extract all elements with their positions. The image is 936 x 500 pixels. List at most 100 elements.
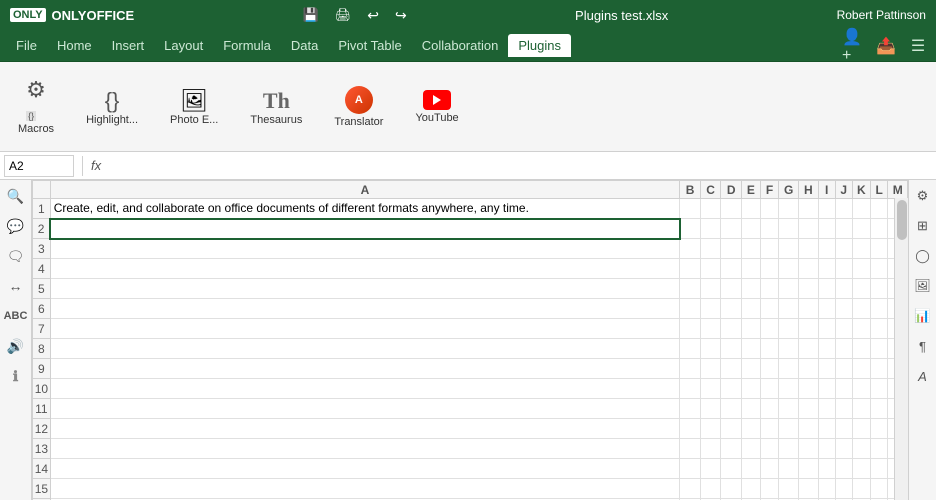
cell-D4[interactable] — [721, 259, 742, 279]
cell-E11[interactable] — [741, 399, 760, 419]
col-header-k[interactable]: K — [852, 181, 870, 199]
cell-F3[interactable] — [760, 239, 778, 259]
cell-B14[interactable] — [680, 459, 701, 479]
cell-I14[interactable] — [818, 459, 835, 479]
cell-L9[interactable] — [871, 359, 888, 379]
cell-D3[interactable] — [721, 239, 742, 259]
cell-F1[interactable] — [760, 199, 778, 219]
cell-E14[interactable] — [741, 459, 760, 479]
cell-J15[interactable] — [835, 479, 852, 499]
cell-E13[interactable] — [741, 439, 760, 459]
cell-K8[interactable] — [852, 339, 870, 359]
cell-C10[interactable] — [700, 379, 721, 399]
cell-F10[interactable] — [760, 379, 778, 399]
cell-E6[interactable] — [741, 299, 760, 319]
cell-A5[interactable] — [50, 279, 680, 299]
comment-sidebar-icon[interactable]: 💬 — [4, 214, 28, 238]
cell-H15[interactable] — [799, 479, 818, 499]
spell-sidebar-icon[interactable]: ABC — [4, 304, 28, 328]
cell-D5[interactable] — [721, 279, 742, 299]
cell-I2[interactable] — [818, 219, 835, 239]
cell-L11[interactable] — [871, 399, 888, 419]
changes-sidebar-icon[interactable]: ↔ — [4, 274, 28, 298]
cell-J3[interactable] — [835, 239, 852, 259]
cell-H10[interactable] — [799, 379, 818, 399]
cell-L14[interactable] — [871, 459, 888, 479]
cell-H13[interactable] — [799, 439, 818, 459]
cell-K6[interactable] — [852, 299, 870, 319]
cell-C8[interactable] — [700, 339, 721, 359]
cell-G8[interactable] — [779, 339, 799, 359]
cell-A4[interactable] — [50, 259, 680, 279]
cell-J9[interactable] — [835, 359, 852, 379]
cell-E5[interactable] — [741, 279, 760, 299]
cell-D13[interactable] — [721, 439, 742, 459]
cell-H7[interactable] — [799, 319, 818, 339]
print-icon[interactable]: 🖨 — [335, 7, 352, 23]
save-icon[interactable]: 💾 — [303, 7, 319, 23]
cell-B10[interactable] — [680, 379, 701, 399]
cell-K10[interactable] — [852, 379, 870, 399]
cell-F14[interactable] — [760, 459, 778, 479]
cell-E9[interactable] — [741, 359, 760, 379]
cell-I4[interactable] — [818, 259, 835, 279]
row-header-7[interactable]: 7 — [33, 319, 51, 339]
cell-D11[interactable] — [721, 399, 742, 419]
col-header-f[interactable]: F — [760, 181, 778, 199]
cell-L2[interactable] — [871, 219, 888, 239]
cell-A9[interactable] — [50, 359, 680, 379]
paragraph-right-icon[interactable]: ¶ — [911, 334, 935, 358]
cell-A12[interactable] — [50, 419, 680, 439]
cell-L10[interactable] — [871, 379, 888, 399]
cell-K5[interactable] — [852, 279, 870, 299]
search-sidebar-icon[interactable]: 🔍 — [4, 184, 28, 208]
cell-C7[interactable] — [700, 319, 721, 339]
cell-B6[interactable] — [680, 299, 701, 319]
cell-D15[interactable] — [721, 479, 742, 499]
cell-J4[interactable] — [835, 259, 852, 279]
add-user-icon[interactable]: 👤+ — [842, 34, 866, 58]
cell-B4[interactable] — [680, 259, 701, 279]
cell-K3[interactable] — [852, 239, 870, 259]
menu-icon[interactable]: ☰ — [906, 34, 930, 58]
cell-L7[interactable] — [871, 319, 888, 339]
cell-G3[interactable] — [779, 239, 799, 259]
col-header-l[interactable]: L — [871, 181, 888, 199]
cell-I8[interactable] — [818, 339, 835, 359]
cell-C1[interactable] — [700, 199, 721, 219]
row-header-9[interactable]: 9 — [33, 359, 51, 379]
cell-L6[interactable] — [871, 299, 888, 319]
cell-J14[interactable] — [835, 459, 852, 479]
cell-D1[interactable] — [721, 199, 742, 219]
cell-J12[interactable] — [835, 419, 852, 439]
cell-D14[interactable] — [721, 459, 742, 479]
cell-J5[interactable] — [835, 279, 852, 299]
row-header-6[interactable]: 6 — [33, 299, 51, 319]
row-header-1[interactable]: 1 — [33, 199, 51, 219]
cell-A1[interactable]: Create, edit, and collaborate on office … — [50, 199, 680, 219]
cell-F2[interactable] — [760, 219, 778, 239]
cell-J10[interactable] — [835, 379, 852, 399]
cell-H12[interactable] — [799, 419, 818, 439]
cell-L15[interactable] — [871, 479, 888, 499]
cell-B12[interactable] — [680, 419, 701, 439]
scroll-thumb[interactable] — [897, 200, 907, 240]
cell-H3[interactable] — [799, 239, 818, 259]
cell-L12[interactable] — [871, 419, 888, 439]
row-header-3[interactable]: 3 — [33, 239, 51, 259]
cell-A15[interactable] — [50, 479, 680, 499]
highlight-button[interactable]: {} Highlight... — [78, 84, 146, 130]
cell-B3[interactable] — [680, 239, 701, 259]
formula-input[interactable] — [109, 155, 932, 177]
translator-button[interactable]: A Translator — [326, 82, 391, 132]
row-header-14[interactable]: 14 — [33, 459, 51, 479]
cell-E8[interactable] — [741, 339, 760, 359]
cell-I5[interactable] — [818, 279, 835, 299]
cell-A8[interactable] — [50, 339, 680, 359]
cell-E4[interactable] — [741, 259, 760, 279]
cell-E15[interactable] — [741, 479, 760, 499]
chat-sidebar-icon[interactable]: 🗨 — [4, 244, 28, 268]
cell-K13[interactable] — [852, 439, 870, 459]
youtube-button[interactable]: YouTube — [407, 86, 466, 128]
cell-A10[interactable] — [50, 379, 680, 399]
